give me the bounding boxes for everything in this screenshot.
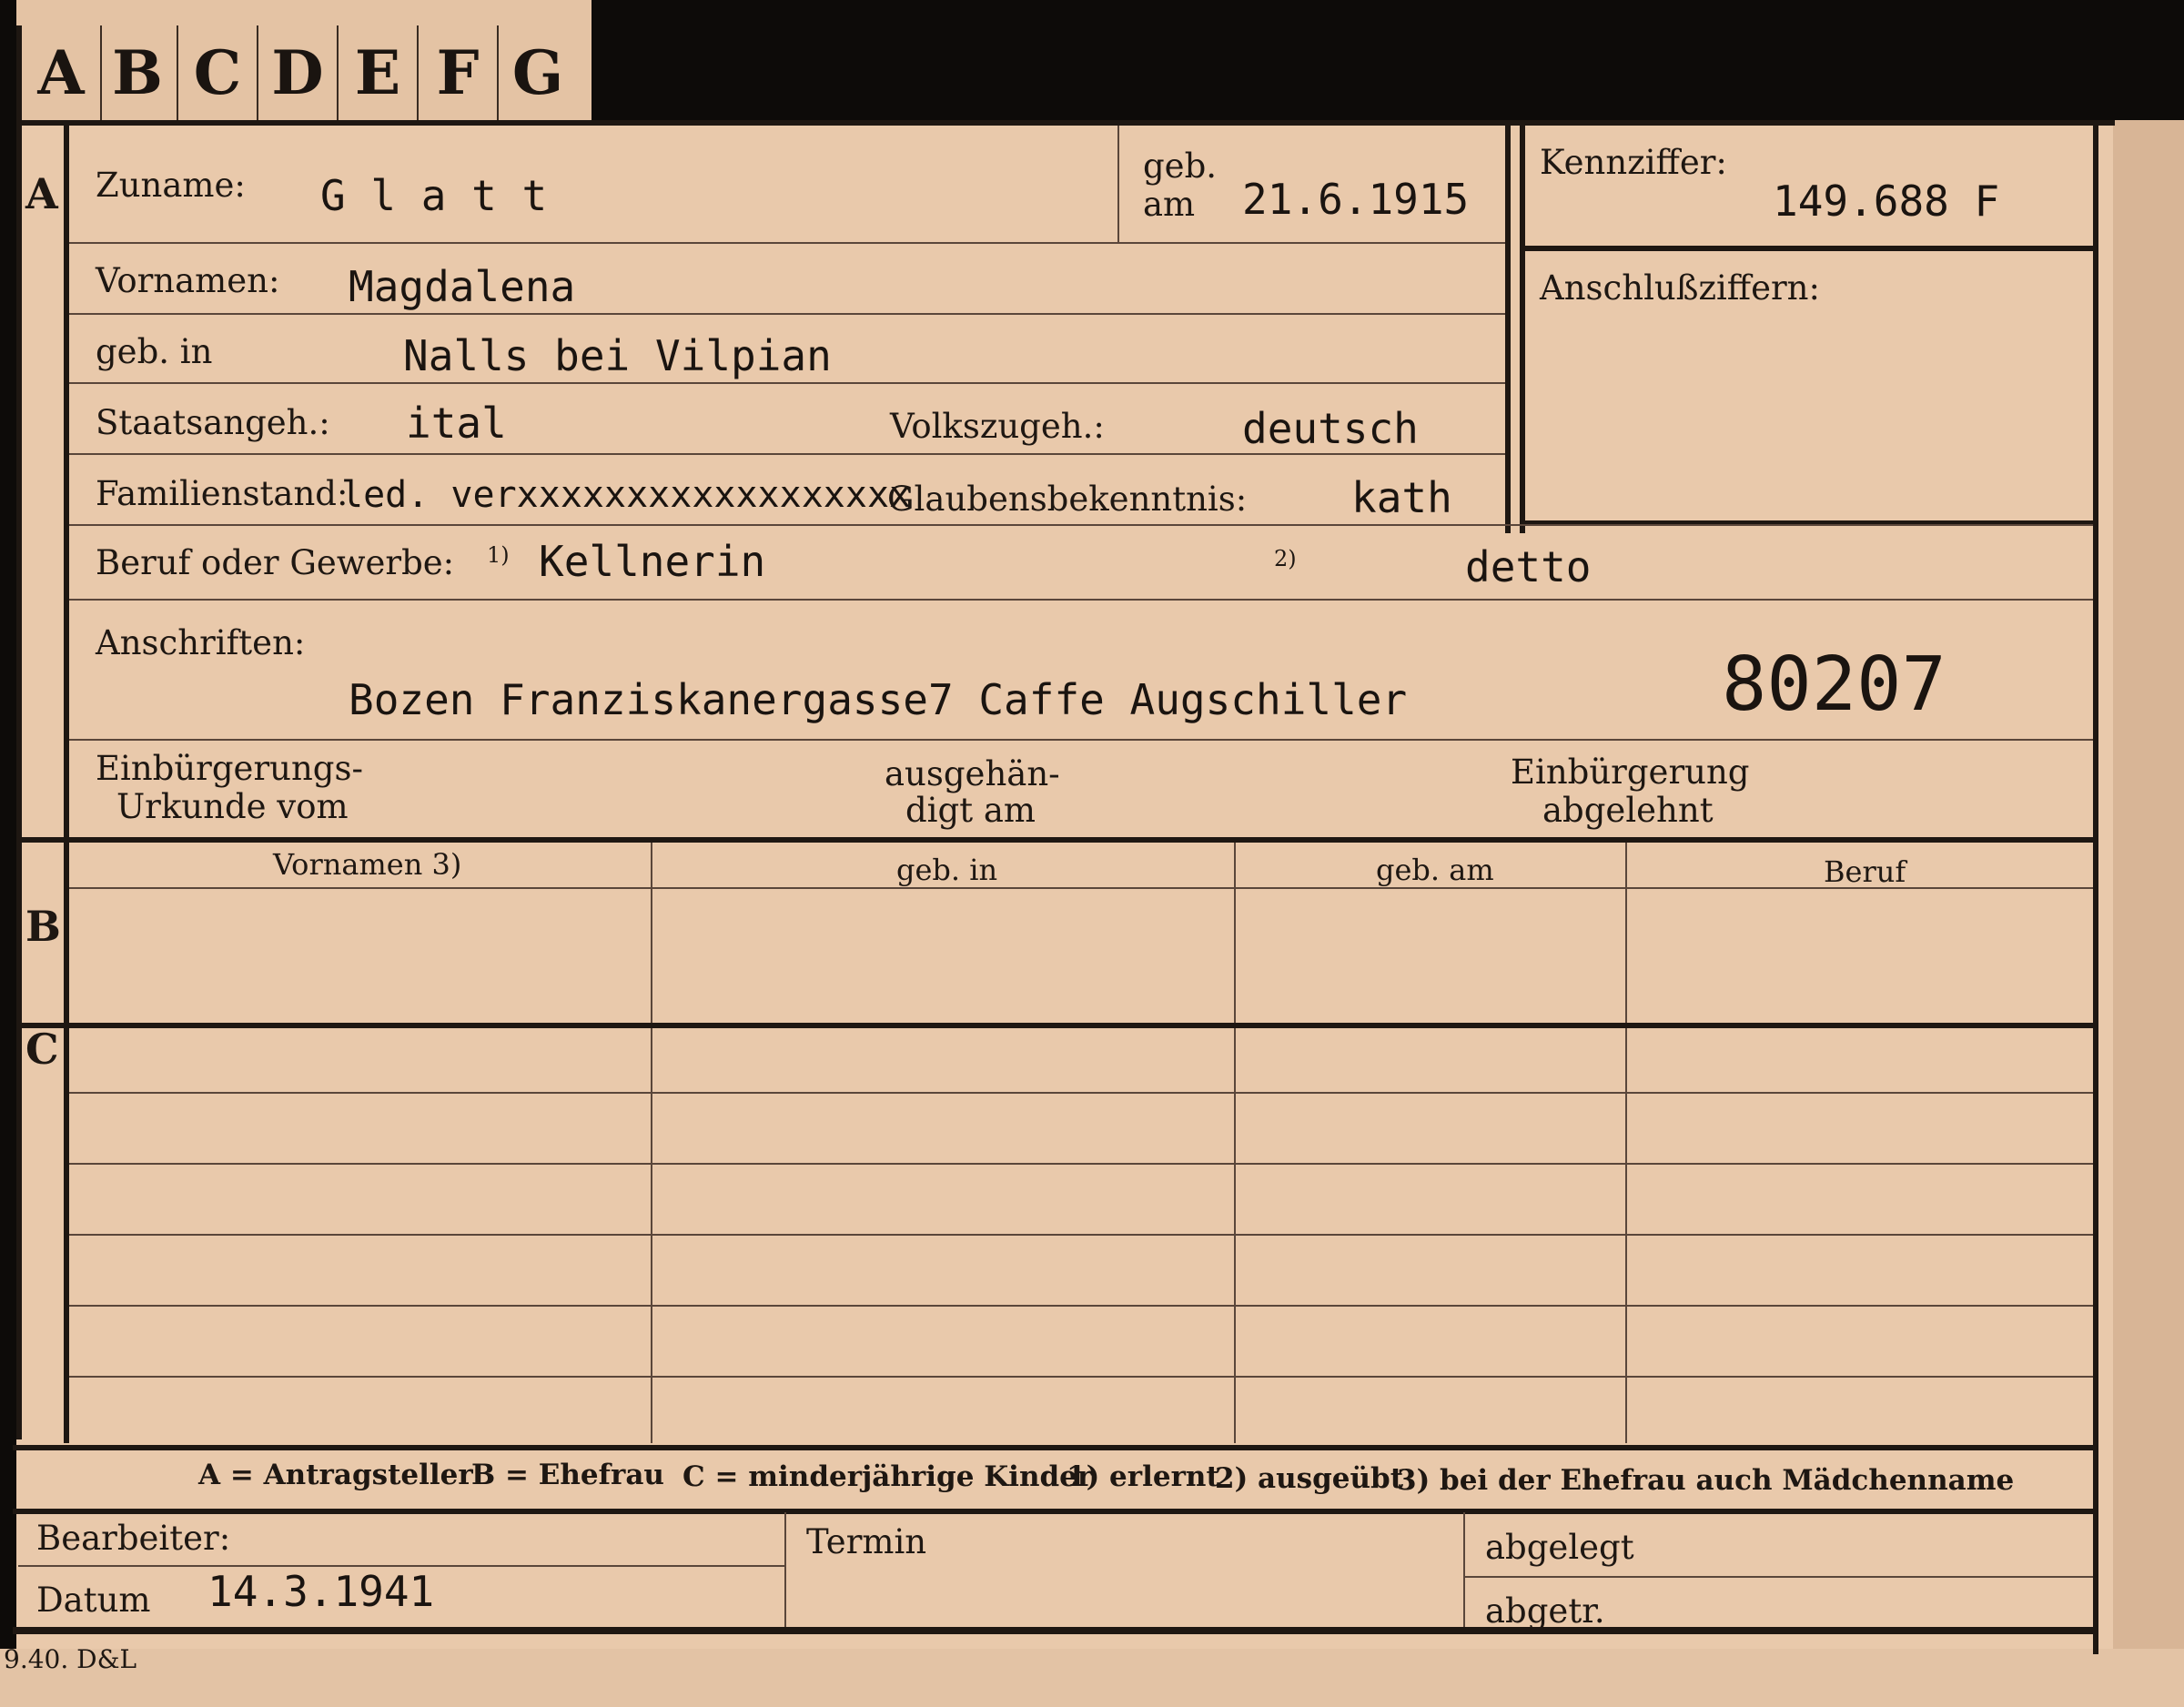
value-anschrift: Bozen Franziskanergasse7 Caffe Augschill… (349, 675, 1408, 724)
legend-b: B = Ehefrau (471, 1459, 664, 1491)
value-beruf-ausgeuebt: detto (1465, 542, 1592, 591)
value-volkszugeh: deutsch (1242, 404, 1419, 453)
value-kennziffer: 149.688 F (1773, 177, 2000, 226)
kennziffer-box-inner (1520, 126, 1525, 533)
label-ausgehaendigt-1: ausgehän- (885, 754, 1060, 793)
legend-top-border (13, 1445, 2098, 1450)
card-right-border (2093, 126, 2098, 1654)
section-c-top-border (16, 1023, 2098, 1028)
value-vornamen: Magdalena (349, 262, 576, 311)
label-am: am (1143, 185, 1196, 224)
abgelegt-line (1465, 1576, 2093, 1578)
abgelegt-divider (1463, 1512, 1465, 1629)
card-edge (2113, 120, 2184, 1707)
table-col-divider-1 (651, 843, 652, 1443)
table-col-divider-2 (1234, 843, 1236, 1443)
footnote-2: 2) (1274, 546, 1297, 571)
label-volkszugeh: Volkszugeh.: (890, 407, 1105, 446)
label-termin: Termin (806, 1522, 927, 1561)
table-row-line-3 (69, 1234, 2093, 1236)
table-header-geb-am: geb. am (1376, 853, 1494, 887)
card-top-border (16, 120, 2115, 126)
label-kennziffer: Kennziffer: (1540, 143, 1727, 182)
section-a-label: A (25, 169, 58, 218)
value-geb-in: Nalls bei Vilpian (403, 331, 832, 380)
tab-c: C (178, 25, 258, 120)
label-einbuergerung-abgelehnt-1: Einbürgerung (1511, 752, 1750, 792)
section-column-border (64, 126, 69, 1443)
stamp-number: 80207 (1722, 641, 1946, 728)
kennziffer-box-divider (1520, 246, 2098, 251)
row-line-1 (69, 242, 1505, 244)
divider-geb-am (1117, 126, 1119, 242)
section-c-label: C (25, 1025, 59, 1074)
value-datum: 14.3.1941 (207, 1567, 435, 1616)
table-row-line-1 (69, 1092, 2093, 1094)
value-familienstand: led. verxxxxxxxxxxxxxxxxxx (341, 474, 912, 516)
table-row-line-5 (69, 1376, 2093, 1378)
row-line-7 (69, 739, 2093, 741)
value-glaubensbekenntnis: kath (1351, 473, 1452, 522)
label-datum: Datum (36, 1581, 151, 1620)
label-einbuergerungsurkunde-1: Einbürgerungs- (96, 749, 363, 788)
card-bottom-border (13, 1627, 2098, 1634)
label-abgelegt: abgelegt (1485, 1528, 1634, 1567)
value-geb-am: 21.6.1915 (1242, 175, 1470, 224)
printer-mark: 9.40. D&L (4, 1644, 137, 1674)
table-header-geb-in: geb. in (896, 853, 998, 887)
value-beruf-erlernt: Kellnerin (539, 537, 766, 586)
card-left-border (16, 120, 22, 1439)
value-zuname: G l a t t (320, 171, 548, 220)
label-anschriften: Anschriften: (96, 623, 306, 662)
label-zuname: Zuname: (96, 166, 246, 205)
label-beruf: Beruf oder Gewerbe: (96, 543, 455, 582)
table-header-line (69, 887, 2093, 889)
label-staatsangeh: Staatsangeh.: (96, 403, 330, 442)
legend-note-2: 2) ausgeübt (1215, 1462, 1404, 1495)
label-vornamen: Vornamen: (96, 261, 280, 300)
section-b-label: B (25, 902, 61, 951)
table-col-divider-3 (1625, 843, 1627, 1443)
tab-f: F (419, 25, 499, 120)
legend-note-1: 1) erlernt (1067, 1460, 1219, 1493)
termin-divider (784, 1512, 786, 1629)
label-einbuergerung-abgelehnt-2: abgelehnt (1542, 791, 1714, 830)
section-b-top-border (16, 837, 2098, 843)
table-header-vornamen: Vornamen 3) (273, 847, 462, 882)
row-line-2 (69, 313, 1505, 315)
legend-bottom-border (13, 1509, 2098, 1514)
table-row-line-4 (69, 1305, 2093, 1307)
table-row-line-2 (69, 1163, 2093, 1165)
label-glaubensbekenntnis: Glaubensbekenntnis: (887, 480, 1248, 519)
label-einbuergerungsurkunde-2: Urkunde vom (116, 787, 349, 826)
row-line-6 (69, 599, 2093, 601)
label-ausgehaendigt-2: digt am (905, 791, 1036, 830)
row-line-3 (69, 382, 1505, 384)
label-familienstand: Familienstand: (96, 474, 349, 513)
tab-b: B (98, 25, 178, 120)
label-anschlussziffern: Anschlußziffern: (1540, 268, 1820, 308)
legend-a: A = Antragsteller (198, 1459, 473, 1491)
table-header-beruf: Beruf (1824, 854, 1906, 889)
value-staatsangeh: ital (406, 399, 507, 448)
label-abgetr: abgetr. (1485, 1591, 1605, 1631)
card-bottom-strip (0, 1649, 2184, 1707)
tab-g: G (511, 37, 564, 108)
footnote-1: 1) (487, 542, 510, 568)
legend-note-3: 3) bei der Ehefrau auch Mädchenname (1397, 1464, 2015, 1497)
row-line-4 (69, 453, 1505, 455)
tab-d: D (258, 25, 339, 120)
label-bearbeiter: Bearbeiter: (36, 1519, 231, 1558)
kennziffer-box-left (1505, 126, 1511, 533)
label-geb-in: geb. in (96, 332, 213, 371)
tab-a: A (16, 25, 102, 120)
row-line-5 (69, 524, 2093, 526)
tab-e: E (339, 25, 419, 120)
label-geb: geb. (1143, 146, 1218, 186)
index-tabs: A B C D E F G (16, 0, 592, 122)
legend-c: C = minderjährige Kinder (682, 1460, 1093, 1493)
